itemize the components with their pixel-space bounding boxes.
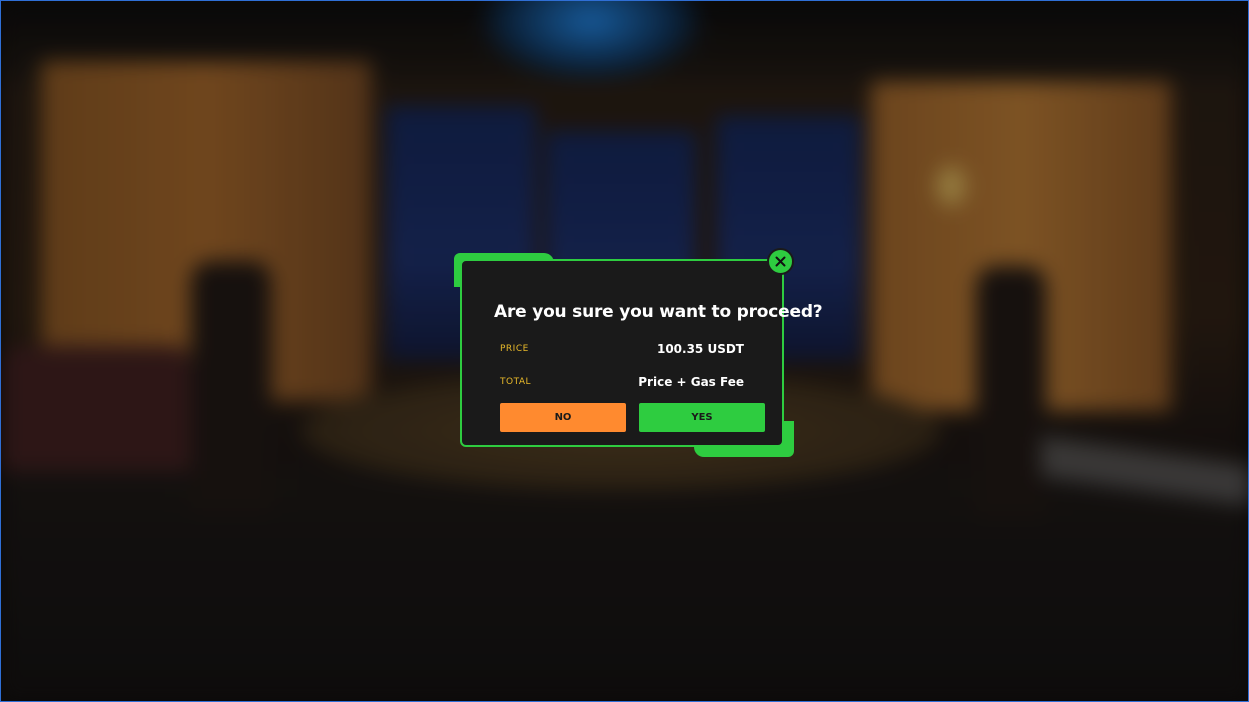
yes-button-label: YES	[691, 412, 713, 423]
close-icon	[775, 256, 786, 267]
game-viewport: Are you sure you want to proceed? PRICE …	[0, 0, 1249, 702]
dialog-title: Are you sure you want to proceed?	[494, 302, 823, 322]
close-button[interactable]	[767, 248, 794, 275]
no-button[interactable]: NO	[500, 403, 626, 432]
dialog-panel: Are you sure you want to proceed? PRICE …	[460, 259, 823, 447]
total-label: TOTAL	[500, 377, 532, 387]
confirm-dialog: Are you sure you want to proceed? PRICE …	[454, 248, 823, 458]
price-label: PRICE	[500, 344, 529, 354]
no-button-label: NO	[554, 412, 572, 423]
yes-button[interactable]: YES	[639, 403, 765, 432]
price-value: 100.35 USDT	[656, 342, 744, 356]
total-value: Price + Gas Fee	[638, 375, 744, 389]
